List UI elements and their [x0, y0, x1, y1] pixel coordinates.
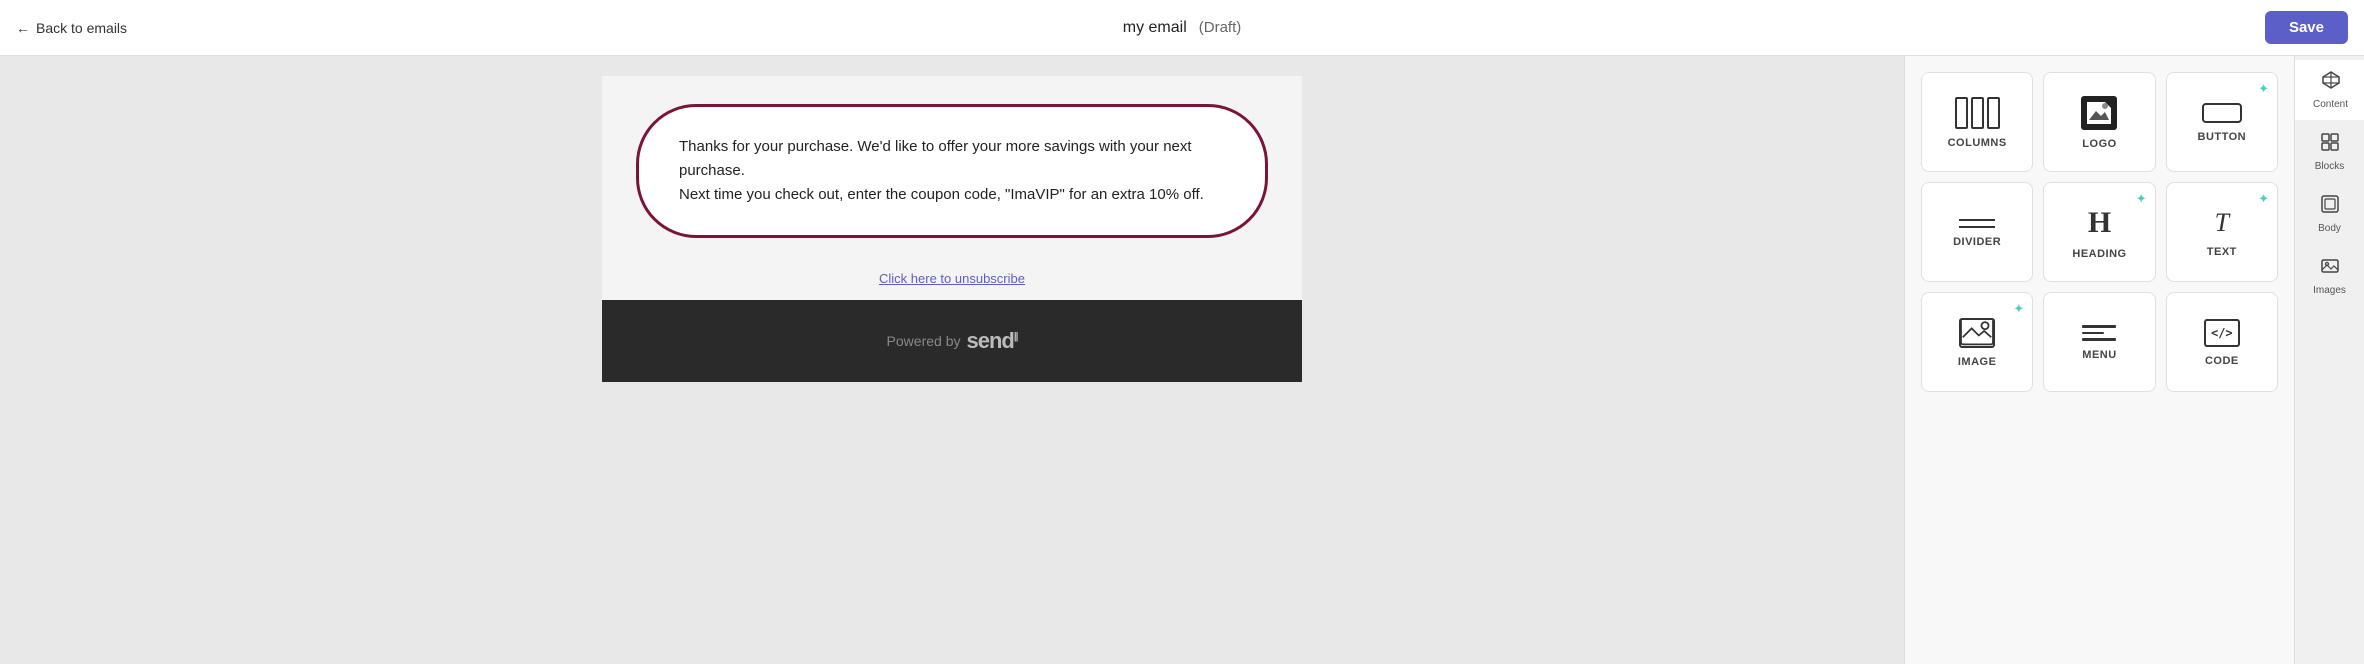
button-icon: [2202, 103, 2242, 123]
back-arrow-icon: ←: [16, 20, 30, 36]
tab-blocks[interactable]: Blocks: [2295, 122, 2364, 182]
content-item-code[interactable]: </> CODE: [2166, 292, 2278, 392]
text-icon: T: [2215, 208, 2229, 238]
text-label: TEXT: [2207, 246, 2237, 258]
heading-label: HEADING: [2072, 248, 2126, 260]
content-grid: COLUMNS LOGO ✦: [1905, 56, 2294, 664]
content-tab-label: Content: [2313, 99, 2348, 110]
oval-highlight: Thanks for your purchase. We'd like to o…: [636, 104, 1268, 238]
main-layout: Thanks for your purchase. We'd like to o…: [0, 56, 2364, 664]
content-item-button[interactable]: ✦ BUTTON: [2166, 72, 2278, 172]
sparkle-icon: ✦: [2258, 191, 2269, 207]
columns-icon: [1955, 97, 2000, 129]
tab-body[interactable]: Body: [2295, 184, 2364, 244]
code-icon: </>: [2204, 319, 2240, 347]
divider-label: DIVIDER: [1953, 236, 2001, 248]
brand-logo: send||: [966, 328, 1017, 354]
content-item-text[interactable]: ✦ T TEXT: [2166, 182, 2278, 282]
tab-images[interactable]: Images: [2295, 246, 2364, 306]
email-text: Thanks for your purchase. We'd like to o…: [679, 135, 1225, 207]
images-tab-icon: [2320, 256, 2340, 281]
back-label: Back to emails: [36, 20, 127, 36]
sparkle-icon: ✦: [2258, 81, 2269, 97]
email-canvas: Thanks for your purchase. We'd like to o…: [0, 56, 1904, 664]
button-label: BUTTON: [2198, 131, 2247, 143]
menu-icon: [2082, 325, 2116, 341]
logo-label: LOGO: [2082, 138, 2116, 150]
content-item-logo[interactable]: LOGO: [2043, 72, 2155, 172]
blocks-tab-label: Blocks: [2315, 161, 2344, 172]
text-block: Thanks for your purchase. We'd like to o…: [602, 76, 1302, 258]
content-item-columns[interactable]: COLUMNS: [1921, 72, 2033, 172]
content-item-image[interactable]: ✦ IMAGE: [1921, 292, 2033, 392]
tab-content[interactable]: Content: [2295, 60, 2364, 120]
sidebar-tabs: Content Blocks: [2294, 56, 2364, 664]
right-panel: COLUMNS LOGO ✦: [1904, 56, 2364, 664]
powered-by-text: Powered by: [887, 333, 961, 349]
email-body: Thanks for your purchase. We'd like to o…: [602, 76, 1302, 382]
content-item-menu[interactable]: MENU: [2043, 292, 2155, 392]
draft-label: (Draft): [1199, 19, 1242, 36]
blocks-tab-icon: [2320, 132, 2340, 157]
code-label: CODE: [2205, 355, 2239, 367]
body-tab-icon: [2320, 194, 2340, 219]
back-button[interactable]: ← Back to emails: [16, 20, 127, 36]
save-button[interactable]: Save: [2265, 11, 2348, 44]
images-tab-label: Images: [2313, 285, 2346, 296]
divider-icon: [1959, 219, 1995, 228]
unsubscribe-link[interactable]: Click here to unsubscribe: [879, 271, 1025, 286]
sparkle-icon: ✦: [2013, 301, 2024, 317]
content-tab-icon: [2321, 70, 2341, 95]
header-title-group: my email (Draft): [1123, 19, 1242, 37]
email-footer: Powered by send||: [602, 300, 1302, 382]
menu-label: MENU: [2082, 349, 2116, 361]
image-label: IMAGE: [1958, 356, 1997, 368]
sparkle-icon: ✦: [2136, 191, 2147, 207]
body-tab-label: Body: [2318, 223, 2341, 234]
logo-icon: [2081, 96, 2117, 130]
content-item-heading[interactable]: ✦ H HEADING: [2043, 182, 2155, 282]
columns-label: COLUMNS: [1948, 137, 2007, 149]
content-item-divider[interactable]: DIVIDER: [1921, 182, 2033, 282]
header: ← Back to emails my email (Draft) Save: [0, 0, 2364, 56]
image-icon: [1959, 318, 1995, 348]
heading-icon: H: [2088, 206, 2111, 240]
unsubscribe-bar: Click here to unsubscribe: [602, 258, 1302, 300]
email-name: my email: [1123, 19, 1187, 37]
